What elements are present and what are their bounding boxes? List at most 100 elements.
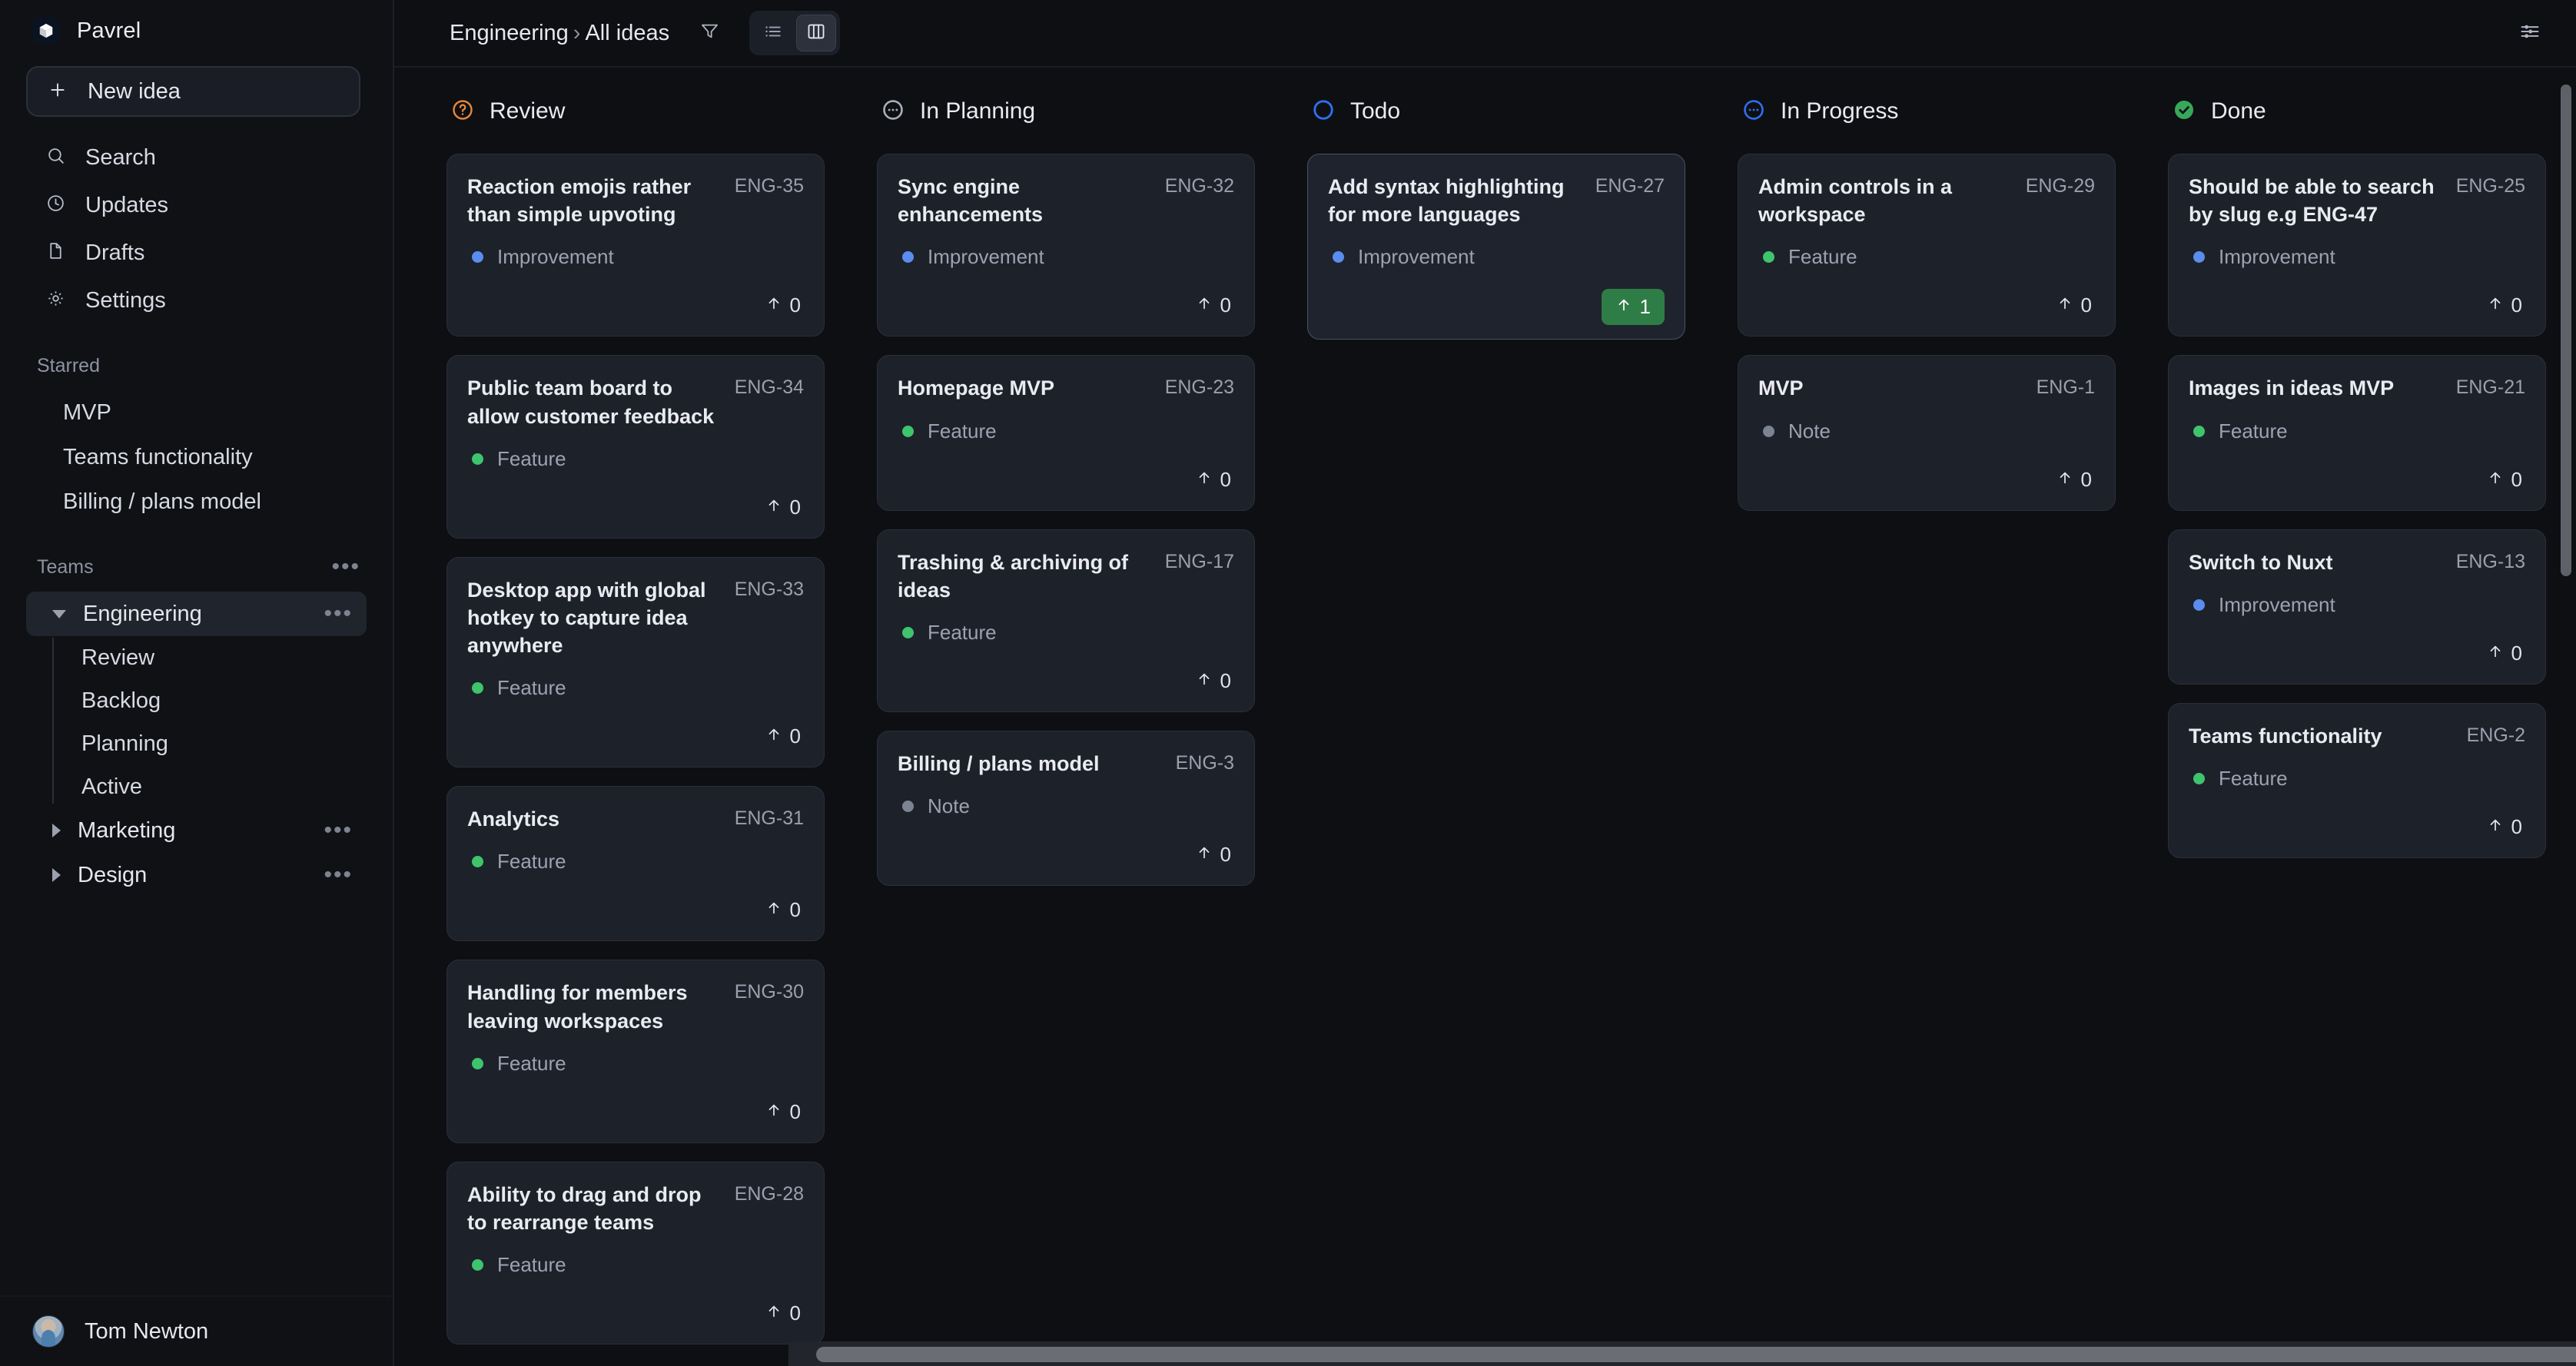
card-title: Public team board to allow customer feed… <box>467 376 715 428</box>
sidebar-team-engineering[interactable]: Engineering ••• <box>26 592 367 636</box>
upvote-button[interactable]: 0 <box>762 289 804 322</box>
starred-item-billing-plans-model[interactable]: Billing / plans model <box>26 479 367 524</box>
idea-card[interactable]: Ability to drag and drop to rearrange te… <box>446 1161 825 1345</box>
idea-card[interactable]: Sync engine enhancements ENG-32 Improvem… <box>877 154 1255 337</box>
card-footer: 0 <box>467 1297 804 1330</box>
card-title: Reaction emojis rather than simple upvot… <box>467 175 692 227</box>
idea-card[interactable]: Homepage MVP ENG-23 Feature 0 <box>877 355 1255 511</box>
card-header: Teams functionality ENG-2 <box>2189 722 2525 750</box>
card-header: MVP ENG-1 <box>1758 374 2095 402</box>
card-slug: ENG-21 <box>2455 376 2525 399</box>
idea-card[interactable]: Trashing & archiving of ideas ENG-17 Fea… <box>877 529 1255 712</box>
sidebar-subitem-active[interactable]: Active <box>52 765 393 808</box>
sidebar-item-drafts[interactable]: Drafts <box>26 230 367 275</box>
board-horizontal-scrollbar-thumb[interactable] <box>816 1347 2576 1362</box>
card-footer: 0 <box>898 289 1234 322</box>
card-type-row: Feature <box>2189 419 2525 443</box>
arrow-up-icon <box>1196 293 1213 317</box>
card-type-label: Feature <box>497 446 566 470</box>
sidebar-item-updates[interactable]: Updates <box>26 183 367 227</box>
chevron-right-icon[interactable] <box>52 868 61 882</box>
upvote-button[interactable]: 0 <box>1193 463 1234 496</box>
upvote-button[interactable]: 0 <box>1193 289 1234 322</box>
idea-card[interactable]: Images in ideas MVP ENG-21 Feature 0 <box>2168 355 2546 511</box>
sidebar-subitem-review[interactable]: Review <box>52 636 393 679</box>
topbar: Engineering › All ideas <box>394 0 2576 68</box>
tab-board-view[interactable] <box>796 15 837 51</box>
chevron-right-icon[interactable] <box>52 824 61 837</box>
idea-card[interactable]: Add syntax highlighting for more languag… <box>1307 154 1685 340</box>
card-slug: ENG-17 <box>1164 550 1234 572</box>
sidebar-team-marketing[interactable]: Marketing ••• <box>26 808 367 853</box>
card-slug: ENG-1 <box>2036 376 2095 399</box>
arrow-up-icon <box>2056 293 2073 317</box>
board-settings-button[interactable] <box>2510 15 2550 51</box>
upvote-button[interactable]: 0 <box>2053 463 2095 496</box>
starred-item-mvp[interactable]: MVP <box>26 390 367 435</box>
upvote-count: 0 <box>789 724 801 748</box>
card-footer: 0 <box>467 289 804 322</box>
sidebar-team-design[interactable]: Design ••• <box>26 853 367 897</box>
breadcrumb-team[interactable]: Engineering <box>450 21 569 45</box>
upvote-button[interactable]: 0 <box>762 491 804 524</box>
ellipsis-icon[interactable]: ••• <box>324 864 353 887</box>
idea-card[interactable]: Teams functionality ENG-2 Feature 0 <box>2168 702 2546 858</box>
tab-list-view[interactable] <box>753 15 793 51</box>
column-header: In Planning <box>877 69 1255 154</box>
idea-card[interactable]: Public team board to allow customer feed… <box>446 355 825 539</box>
upvote-button[interactable]: 0 <box>2484 811 2525 844</box>
type-dot-icon <box>2193 425 2205 437</box>
upvote-button[interactable]: 0 <box>1193 838 1234 871</box>
card-header: Public team board to allow customer feed… <box>467 374 804 429</box>
card-footer: 0 <box>898 463 1234 496</box>
idea-card[interactable]: Switch to Nuxt ENG-13 Improvement 0 <box>2168 529 2546 685</box>
ellipsis-icon[interactable]: ••• <box>324 819 353 842</box>
engineering-subitems: Review Backlog Planning Active <box>52 636 393 808</box>
card-title: Add syntax highlighting for more languag… <box>1328 175 1565 227</box>
card-type-row: Note <box>1758 419 2095 443</box>
sidebar-item-settings[interactable]: Settings <box>26 278 367 323</box>
arrow-up-icon <box>765 293 782 317</box>
arrow-up-icon <box>1196 843 1213 867</box>
view-toggle <box>749 11 841 55</box>
upvote-button[interactable]: 0 <box>762 894 804 927</box>
upvote-count: 0 <box>789 495 801 519</box>
type-dot-icon <box>902 801 914 813</box>
idea-card[interactable]: Handling for members leaving workspaces … <box>446 960 825 1143</box>
card-title: Desktop app with global hotkey to captur… <box>467 578 706 658</box>
idea-card[interactable]: Billing / plans model ENG-3 Note 0 <box>877 730 1255 887</box>
upvote-button[interactable]: 0 <box>2484 463 2525 496</box>
upvote-button[interactable]: 0 <box>1193 665 1234 698</box>
sidebar-subitem-planning[interactable]: Planning <box>52 722 393 765</box>
upvote-button[interactable]: 0 <box>762 720 804 753</box>
filter-button[interactable] <box>692 16 726 50</box>
ellipsis-icon[interactable]: ••• <box>331 555 360 579</box>
upvote-count: 0 <box>2511 467 2522 491</box>
card-slug: ENG-34 <box>734 376 804 399</box>
idea-card[interactable]: MVP ENG-1 Note 0 <box>1738 355 2116 511</box>
idea-card[interactable]: Should be able to search by slug e.g ENG… <box>2168 154 2546 337</box>
teams-heading: Teams <box>37 555 94 578</box>
new-idea-button[interactable]: New idea <box>26 66 360 117</box>
starred-item-teams-functionality[interactable]: Teams functionality <box>26 435 367 479</box>
user-profile-button[interactable]: Tom Newton <box>0 1295 391 1366</box>
chevron-down-icon[interactable] <box>52 609 66 618</box>
idea-card[interactable]: Desktop app with global hotkey to captur… <box>446 556 825 768</box>
sidebar-subitem-backlog[interactable]: Backlog <box>52 679 393 722</box>
upvote-button[interactable]: 0 <box>2053 289 2095 322</box>
board-vertical-scrollbar[interactable] <box>2561 85 2571 576</box>
sidebar-item-search[interactable]: Search <box>26 135 367 180</box>
idea-card[interactable]: Admin controls in a workspace ENG-29 Fea… <box>1738 154 2116 337</box>
idea-card[interactable]: Analytics ENG-31 Feature 0 <box>446 786 825 942</box>
upvote-button[interactable]: 1 <box>1601 289 1665 326</box>
upvote-button[interactable]: 0 <box>762 1096 804 1129</box>
upvote-button[interactable]: 0 <box>762 1297 804 1330</box>
upvote-button[interactable]: 0 <box>2484 289 2525 322</box>
upvote-count: 0 <box>2511 814 2522 838</box>
breadcrumb-view[interactable]: All ideas <box>585 21 669 45</box>
ellipsis-icon[interactable]: ••• <box>324 602 353 625</box>
upvote-button[interactable]: 0 <box>2484 637 2525 670</box>
sidebar-item-settings-label: Settings <box>85 287 166 313</box>
idea-card[interactable]: Reaction emojis rather than simple upvot… <box>446 154 825 337</box>
brand[interactable]: Pavrel <box>0 0 393 58</box>
